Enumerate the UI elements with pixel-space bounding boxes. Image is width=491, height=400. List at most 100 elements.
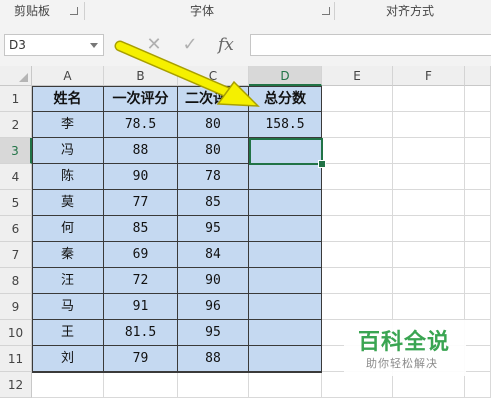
row-header-11[interactable]: 11 [0, 346, 32, 372]
empty-cell[interactable] [393, 138, 465, 164]
cell-d7[interactable] [249, 242, 322, 268]
empty-cell[interactable] [32, 372, 104, 398]
empty-cell[interactable] [322, 242, 393, 268]
cell-b6[interactable]: 85 [104, 216, 178, 242]
column-header-g[interactable] [465, 66, 491, 86]
cell-a9[interactable]: 马 [32, 294, 104, 320]
cell-d3[interactable] [249, 138, 322, 164]
cell-b8[interactable]: 72 [104, 268, 178, 294]
empty-cell[interactable] [322, 86, 393, 112]
cell-b5[interactable]: 77 [104, 190, 178, 216]
formula-input[interactable] [250, 34, 491, 56]
header-cell-a[interactable]: 姓名 [32, 86, 104, 112]
cell-d2[interactable]: 158.5 [249, 112, 322, 138]
cell-c11[interactable]: 88 [178, 346, 249, 372]
header-cell-c[interactable]: 二次评分 [178, 86, 249, 112]
empty-cell[interactable] [393, 86, 465, 112]
empty-cell[interactable] [465, 112, 491, 138]
cancel-icon[interactable]: ✕ [142, 34, 166, 56]
empty-cell[interactable] [104, 372, 178, 398]
cell-c3[interactable]: 80 [178, 138, 249, 164]
fill-handle[interactable] [318, 160, 326, 168]
enter-check-icon[interactable]: ✓ [178, 34, 202, 56]
empty-cell[interactable] [465, 164, 491, 190]
empty-cell[interactable] [465, 190, 491, 216]
column-header-d[interactable]: D [249, 66, 322, 86]
cell-c4[interactable]: 78 [178, 164, 249, 190]
column-header-b[interactable]: B [104, 66, 178, 86]
row-header-10[interactable]: 10 [0, 320, 32, 346]
empty-cell[interactable] [322, 190, 393, 216]
chevron-down-icon[interactable] [90, 43, 98, 48]
row-header-5[interactable]: 5 [0, 190, 32, 216]
empty-cell[interactable] [465, 372, 491, 398]
row-header-12[interactable]: 12 [0, 372, 32, 398]
column-header-e[interactable]: E [322, 66, 393, 86]
cell-b4[interactable]: 90 [104, 164, 178, 190]
empty-cell[interactable] [393, 112, 465, 138]
font-dialog-launcher-icon[interactable] [322, 7, 330, 15]
empty-cell[interactable] [465, 216, 491, 242]
cell-a11[interactable]: 刘 [32, 346, 104, 372]
cell-a10[interactable]: 王 [32, 320, 104, 346]
cell-a4[interactable]: 陈 [32, 164, 104, 190]
header-cell-d[interactable]: 总分数 [249, 86, 322, 112]
column-header-c[interactable]: C [178, 66, 249, 86]
cell-d4[interactable] [249, 164, 322, 190]
empty-cell[interactable] [465, 86, 491, 112]
empty-cell[interactable] [393, 164, 465, 190]
empty-cell[interactable] [465, 268, 491, 294]
select-all-corner[interactable] [0, 66, 32, 86]
empty-cell[interactable] [322, 216, 393, 242]
empty-cell[interactable] [393, 216, 465, 242]
empty-cell[interactable] [393, 190, 465, 216]
empty-cell[interactable] [322, 294, 393, 320]
cell-d8[interactable] [249, 268, 322, 294]
cell-c2[interactable]: 80 [178, 112, 249, 138]
empty-cell[interactable] [465, 294, 491, 320]
cell-d6[interactable] [249, 216, 322, 242]
row-header-2[interactable]: 2 [0, 112, 32, 138]
insert-function-icon[interactable]: fx [218, 34, 234, 56]
empty-cell[interactable] [465, 138, 491, 164]
cell-a2[interactable]: 李 [32, 112, 104, 138]
row-header-1[interactable]: 1 [0, 86, 32, 112]
cell-d10[interactable] [249, 320, 322, 346]
cell-b2[interactable]: 78.5 [104, 112, 178, 138]
clipboard-dialog-launcher-icon[interactable] [70, 7, 78, 15]
empty-cell[interactable] [393, 268, 465, 294]
empty-cell[interactable] [465, 346, 491, 372]
cell-d9[interactable] [249, 294, 322, 320]
cell-c9[interactable]: 96 [178, 294, 249, 320]
formula-bar-resize-handle[interactable]: ⋮ [116, 40, 127, 51]
empty-cell[interactable] [393, 242, 465, 268]
cell-b7[interactable]: 69 [104, 242, 178, 268]
row-header-6[interactable]: 6 [0, 216, 32, 242]
empty-cell[interactable] [393, 294, 465, 320]
cell-b9[interactable]: 91 [104, 294, 178, 320]
row-header-7[interactable]: 7 [0, 242, 32, 268]
column-header-f[interactable]: F [393, 66, 465, 86]
cell-b3[interactable]: 88 [104, 138, 178, 164]
empty-cell[interactable] [249, 372, 322, 398]
row-header-9[interactable]: 9 [0, 294, 32, 320]
cell-c6[interactable]: 95 [178, 216, 249, 242]
name-box[interactable]: D3 [4, 34, 104, 56]
cell-a8[interactable]: 汪 [32, 268, 104, 294]
header-cell-b[interactable]: 一次评分 [104, 86, 178, 112]
cell-c7[interactable]: 84 [178, 242, 249, 268]
empty-cell[interactable] [322, 138, 393, 164]
cell-b11[interactable]: 79 [104, 346, 178, 372]
empty-cell[interactable] [465, 320, 491, 346]
cell-c8[interactable]: 90 [178, 268, 249, 294]
cell-b10[interactable]: 81.5 [104, 320, 178, 346]
row-header-8[interactable]: 8 [0, 268, 32, 294]
empty-cell[interactable] [178, 372, 249, 398]
cell-a6[interactable]: 何 [32, 216, 104, 242]
cell-a5[interactable]: 莫 [32, 190, 104, 216]
cell-d11[interactable] [249, 346, 322, 372]
cell-a7[interactable]: 秦 [32, 242, 104, 268]
cell-d5[interactable] [249, 190, 322, 216]
empty-cell[interactable] [465, 242, 491, 268]
column-header-a[interactable]: A [32, 66, 104, 86]
